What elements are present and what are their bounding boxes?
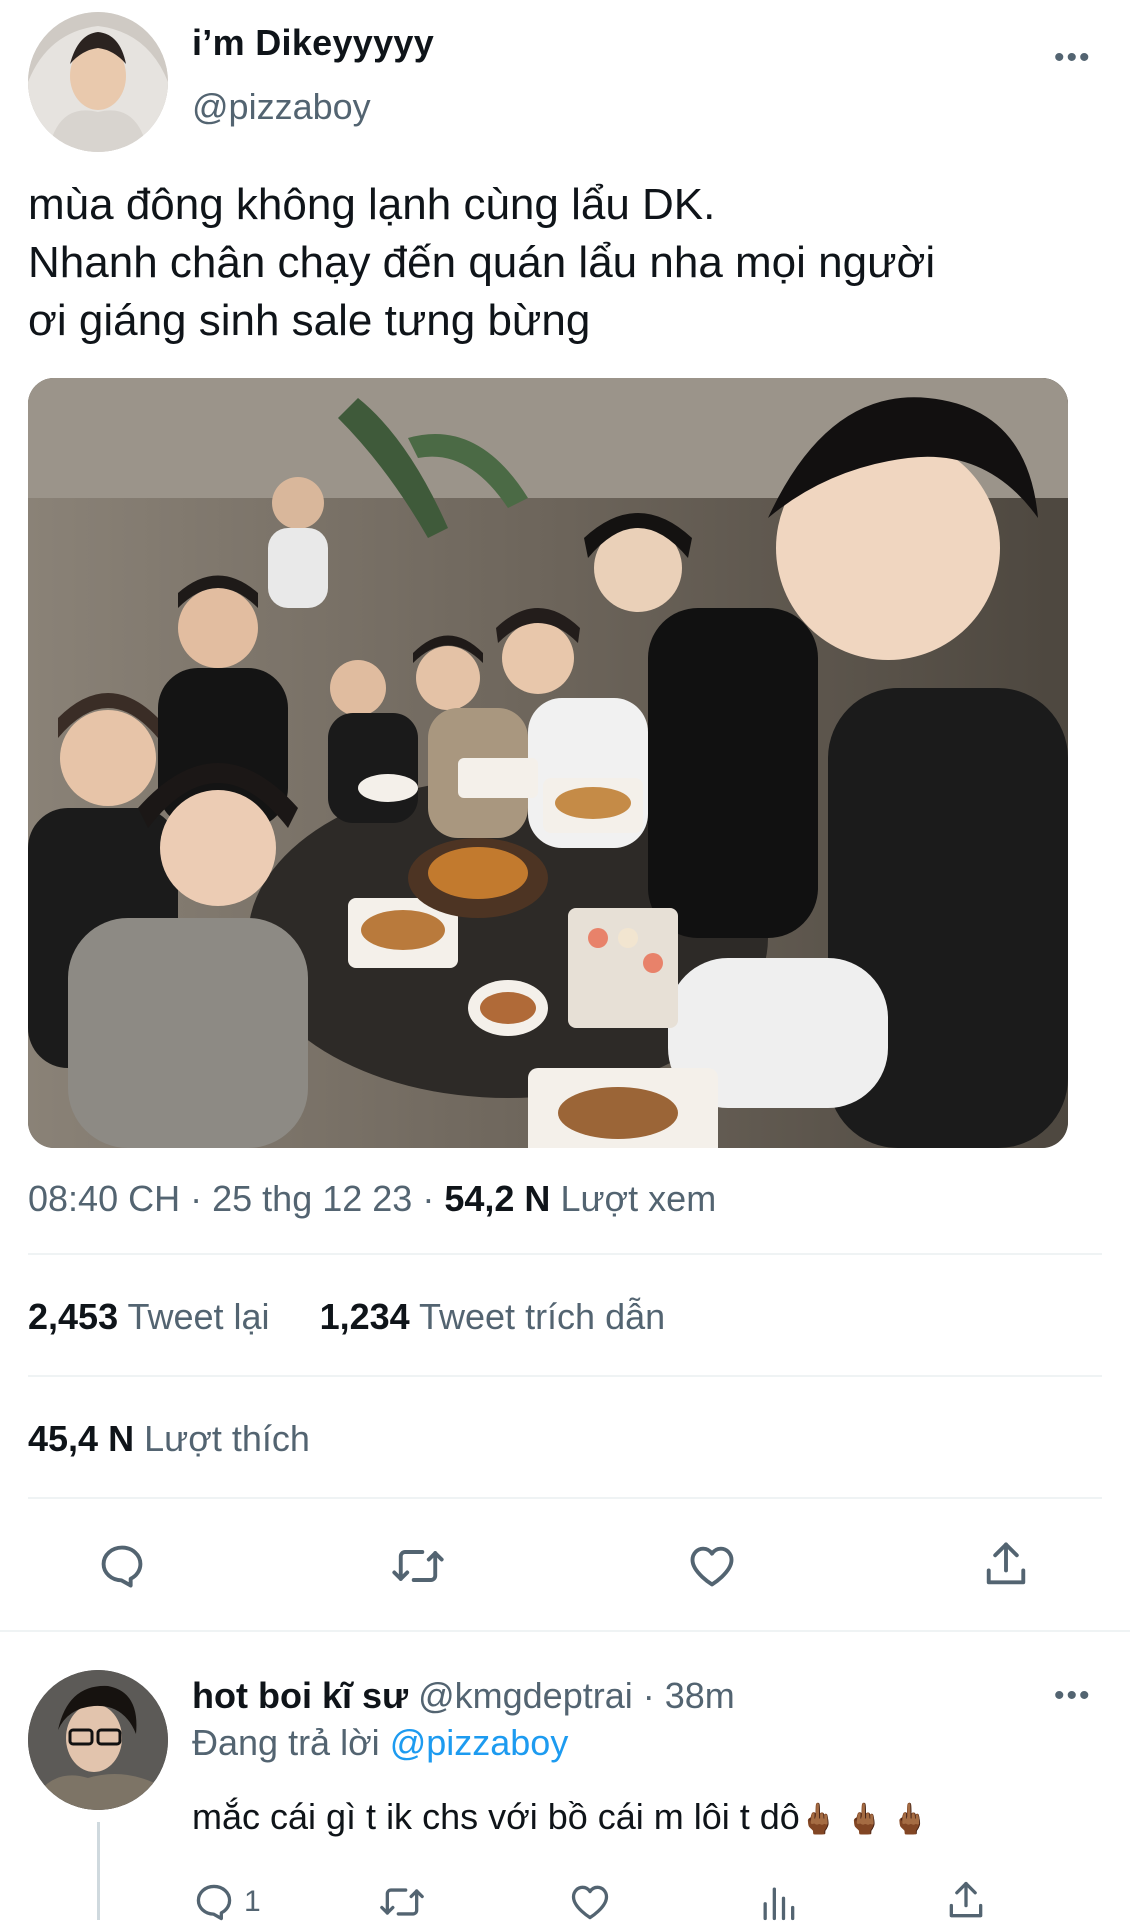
section-separator — [0, 1630, 1130, 1632]
like-icon[interactable] — [686, 1540, 738, 1592]
reply-text: mắc cái gì t ik chs với bồ cái m lôi t d… — [192, 1796, 929, 1838]
divider — [28, 1375, 1102, 1377]
reply-text-body: mắc cái gì t ik chs với bồ cái m lôi t d… — [192, 1796, 800, 1837]
reply-thread-line — [97, 1822, 100, 1920]
more-options-icon[interactable]: ••• — [1054, 43, 1092, 73]
quotes-link[interactable]: 1,234 Tweet trích dẫn — [320, 1296, 666, 1337]
author-handle[interactable]: @pizzaboy — [192, 86, 371, 128]
replying-to-handle[interactable]: @pizzaboy — [390, 1722, 569, 1763]
author-name[interactable]: i’m Dikeyyyyy — [192, 22, 434, 64]
views-label: Lượt xem — [560, 1178, 717, 1219]
tweet-text-line: ơi giáng sinh sale tưng bừng — [28, 296, 591, 345]
retweet-stats: 2,453 Tweet lại 1,234 Tweet trích dẫn — [28, 1296, 665, 1338]
likes-count: 45,4 N — [28, 1418, 135, 1459]
reply-icon[interactable] — [96, 1540, 148, 1592]
meta-separator: · — [642, 1675, 655, 1716]
tweet-date[interactable]: 25 thg 12 23 — [212, 1178, 412, 1219]
reply-retweet-icon[interactable] — [378, 1880, 426, 1924]
meta-separator: · — [422, 1178, 435, 1219]
reply-emoji: 🖕🏾 🖕🏾 🖕🏾 — [799, 1803, 929, 1836]
reply-author-handle[interactable]: @kmgdeptrai — [418, 1675, 633, 1716]
replying-prefix: Đang trả lời — [192, 1722, 380, 1763]
views-count: 54,2 N — [444, 1178, 551, 1219]
reply-icon — [192, 1880, 236, 1924]
reply-time: 38m — [664, 1675, 735, 1716]
divider — [28, 1253, 1102, 1255]
tweet-time[interactable]: 08:40 CH — [28, 1178, 180, 1219]
tweet-photo[interactable] — [28, 378, 1068, 1148]
tweet-text-line: mùa đông không lạnh cùng lẩu DK. — [28, 180, 716, 229]
tweet-text: mùa đông không lạnh cùng lẩu DK. Nhanh c… — [28, 176, 935, 350]
likes-link[interactable]: 45,4 N Lượt thích — [28, 1418, 310, 1460]
reply-count: 1 — [244, 1885, 261, 1918]
likes-label: Lượt thích — [144, 1418, 310, 1459]
share-icon[interactable] — [980, 1538, 1032, 1592]
author-avatar[interactable] — [28, 12, 168, 152]
retweets-label: Tweet lại — [127, 1296, 270, 1337]
reply-share-icon[interactable] — [944, 1878, 988, 1924]
retweets-link[interactable]: 2,453 Tweet lại — [28, 1296, 280, 1337]
reply-views-icon[interactable] — [756, 1880, 800, 1924]
meta-separator: · — [190, 1178, 203, 1219]
reply-header: hot boi kĩ sư @kmgdeptrai · 38m — [192, 1675, 735, 1717]
reply-reply-button[interactable]: 1 — [192, 1880, 261, 1924]
quotes-label: Tweet trích dẫn — [419, 1296, 666, 1337]
reply-avatar[interactable] — [28, 1670, 168, 1810]
retweet-icon[interactable] — [390, 1540, 446, 1592]
retweets-count: 2,453 — [28, 1296, 119, 1337]
tweet-text-line: Nhanh chân chạy đến quán lẩu nha mọi ngư… — [28, 238, 936, 287]
divider — [28, 1497, 1102, 1499]
reply-like-icon[interactable] — [568, 1880, 612, 1924]
replying-to: Đang trả lời @pizzaboy — [192, 1722, 568, 1764]
reply-more-options-icon[interactable]: ••• — [1054, 1681, 1092, 1711]
tweet-meta: 08:40 CH · 25 thg 12 23 · 54,2 N Lượt xe… — [28, 1178, 716, 1220]
reply-author-name[interactable]: hot boi kĩ sư — [192, 1675, 408, 1716]
quotes-count: 1,234 — [319, 1296, 410, 1337]
